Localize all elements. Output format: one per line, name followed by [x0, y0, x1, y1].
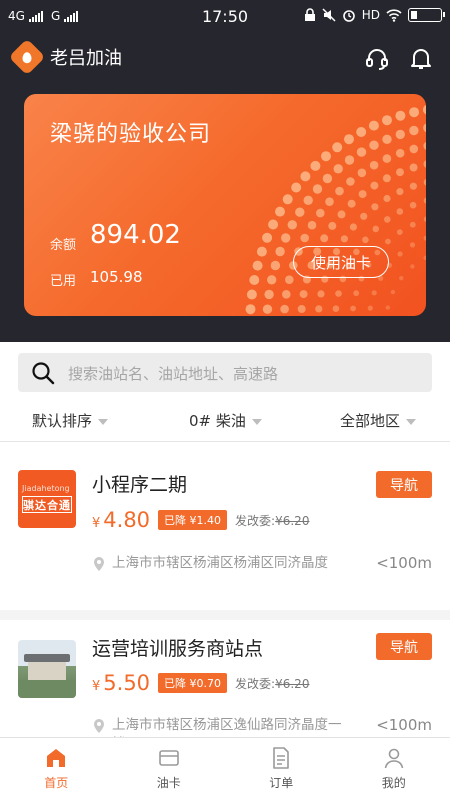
station-name: 小程序二期	[92, 474, 188, 496]
station-logo: Jiadahetong 骐达合通	[18, 470, 76, 528]
price-drop-badge: 已降 ¥1.40	[158, 510, 228, 530]
station-distance: <100m	[376, 554, 432, 572]
brand-logo-icon	[8, 38, 46, 76]
profile-icon	[384, 748, 404, 769]
station-name: 运营培训服务商站点	[92, 638, 264, 660]
wifi-icon	[386, 8, 402, 22]
list-divider	[0, 610, 450, 620]
tab-profile-label: 我的	[381, 776, 406, 790]
reference-price-label: 发改委:	[235, 513, 276, 528]
use-card-button[interactable]: 使用油卡	[293, 246, 389, 278]
filter-bar: 默认排序 0# 柴油 全部地区	[0, 402, 450, 442]
reference-price: ¥6.20	[275, 676, 310, 691]
station-distance: <100m	[376, 716, 432, 734]
price-drop-badge: 已降 ¥0.70	[158, 673, 228, 693]
used-label: 已用	[50, 274, 77, 289]
tab-profile[interactable]: 我的	[338, 738, 450, 800]
card-icon	[158, 750, 179, 766]
card-dot-pattern	[245, 105, 426, 315]
filter-region[interactable]: 全部地区	[340, 410, 417, 431]
location-pin-icon	[94, 719, 104, 733]
station-address-text: 上海市市辖区杨浦区逸仙路同济晶度一楼	[112, 717, 342, 737]
filter-region-label: 全部地区	[340, 412, 401, 430]
alarm-icon	[342, 10, 355, 22]
chevron-down-icon	[98, 418, 109, 425]
tab-home[interactable]: 首页	[0, 738, 113, 800]
home-icon	[47, 749, 66, 767]
filter-sort[interactable]: 默认排序	[32, 410, 109, 431]
tab-fuel-card[interactable]: 油卡	[113, 738, 226, 800]
station-address: 上海市市辖区杨浦区杨浦区同济晶度	[92, 554, 354, 594]
fuel-price: 5.50	[103, 671, 151, 695]
tab-orders[interactable]: 订单	[225, 738, 338, 800]
filter-fuel-type[interactable]: 0# 柴油	[189, 410, 262, 431]
chevron-down-icon	[251, 418, 262, 425]
station-address: 上海市市辖区杨浦区逸仙路同济晶度一楼	[92, 716, 354, 737]
currency-symbol: ¥	[92, 515, 101, 531]
lock-icon	[304, 8, 315, 21]
station-address-text: 上海市市辖区杨浦区杨浦区同济晶度	[112, 555, 328, 571]
location-pin-icon	[94, 557, 104, 571]
status-bar: 4G G 17:50 HD	[0, 0, 450, 34]
station-photo	[18, 640, 76, 698]
mute-icon	[322, 8, 336, 22]
navigate-button[interactable]: 导航	[376, 633, 432, 660]
order-icon	[273, 747, 290, 769]
station-item[interactable]: 运营培训服务商站点 导航 ¥ 5.50 已降 ¥0.70 发改委:¥6.20 上…	[0, 620, 450, 737]
search-bar[interactable]: 搜索油站名、油站地址、高速路	[18, 353, 432, 392]
customer-service-icon[interactable]	[364, 46, 390, 72]
station-logo-text: 骐达合通	[22, 496, 72, 513]
filter-sort-label: 默认排序	[32, 412, 93, 430]
fuel-card[interactable]: 梁骁的验收公司 余额 894.02 已用 105.98 使用油卡	[24, 94, 426, 316]
reference-price: ¥6.20	[275, 513, 310, 528]
search-icon	[32, 362, 55, 385]
header: 老吕加油 梁骁的验收公司 余额 894.02 已用 105.98 使用油卡	[0, 34, 450, 342]
currency-symbol: ¥	[92, 678, 101, 694]
used-value: 105.98	[90, 268, 143, 286]
notification-bell-icon[interactable]	[408, 46, 434, 72]
brand-name: 老吕加油	[50, 48, 122, 69]
hd-indicator: HD	[361, 8, 380, 22]
bottom-tab-bar: 首页 油卡 订单 我的	[0, 737, 450, 800]
reference-price-label: 发改委:	[235, 676, 276, 691]
station-item[interactable]: Jiadahetong 骐达合通 小程序二期 导航 ¥ 4.80 已降 ¥1.4…	[0, 448, 450, 610]
fuel-price: 4.80	[103, 508, 151, 532]
battery-icon	[408, 8, 445, 22]
station-logo-subtext: Jiadahetong	[22, 484, 70, 493]
balance-value: 894.02	[90, 220, 181, 250]
tab-home-label: 首页	[44, 776, 69, 790]
search-input[interactable]: 搜索油站名、油站地址、高速路	[68, 363, 278, 384]
navigate-button[interactable]: 导航	[376, 471, 432, 498]
chevron-down-icon	[406, 418, 417, 425]
card-company-name: 梁骁的验收公司	[50, 122, 212, 147]
balance-label: 余额	[50, 238, 77, 253]
filter-fuel-label: 0# 柴油	[189, 412, 246, 430]
brand: 老吕加油	[8, 38, 122, 76]
tab-fuel-card-label: 油卡	[156, 776, 181, 790]
status-icons: HD	[304, 8, 445, 22]
tab-orders-label: 订单	[269, 776, 294, 790]
